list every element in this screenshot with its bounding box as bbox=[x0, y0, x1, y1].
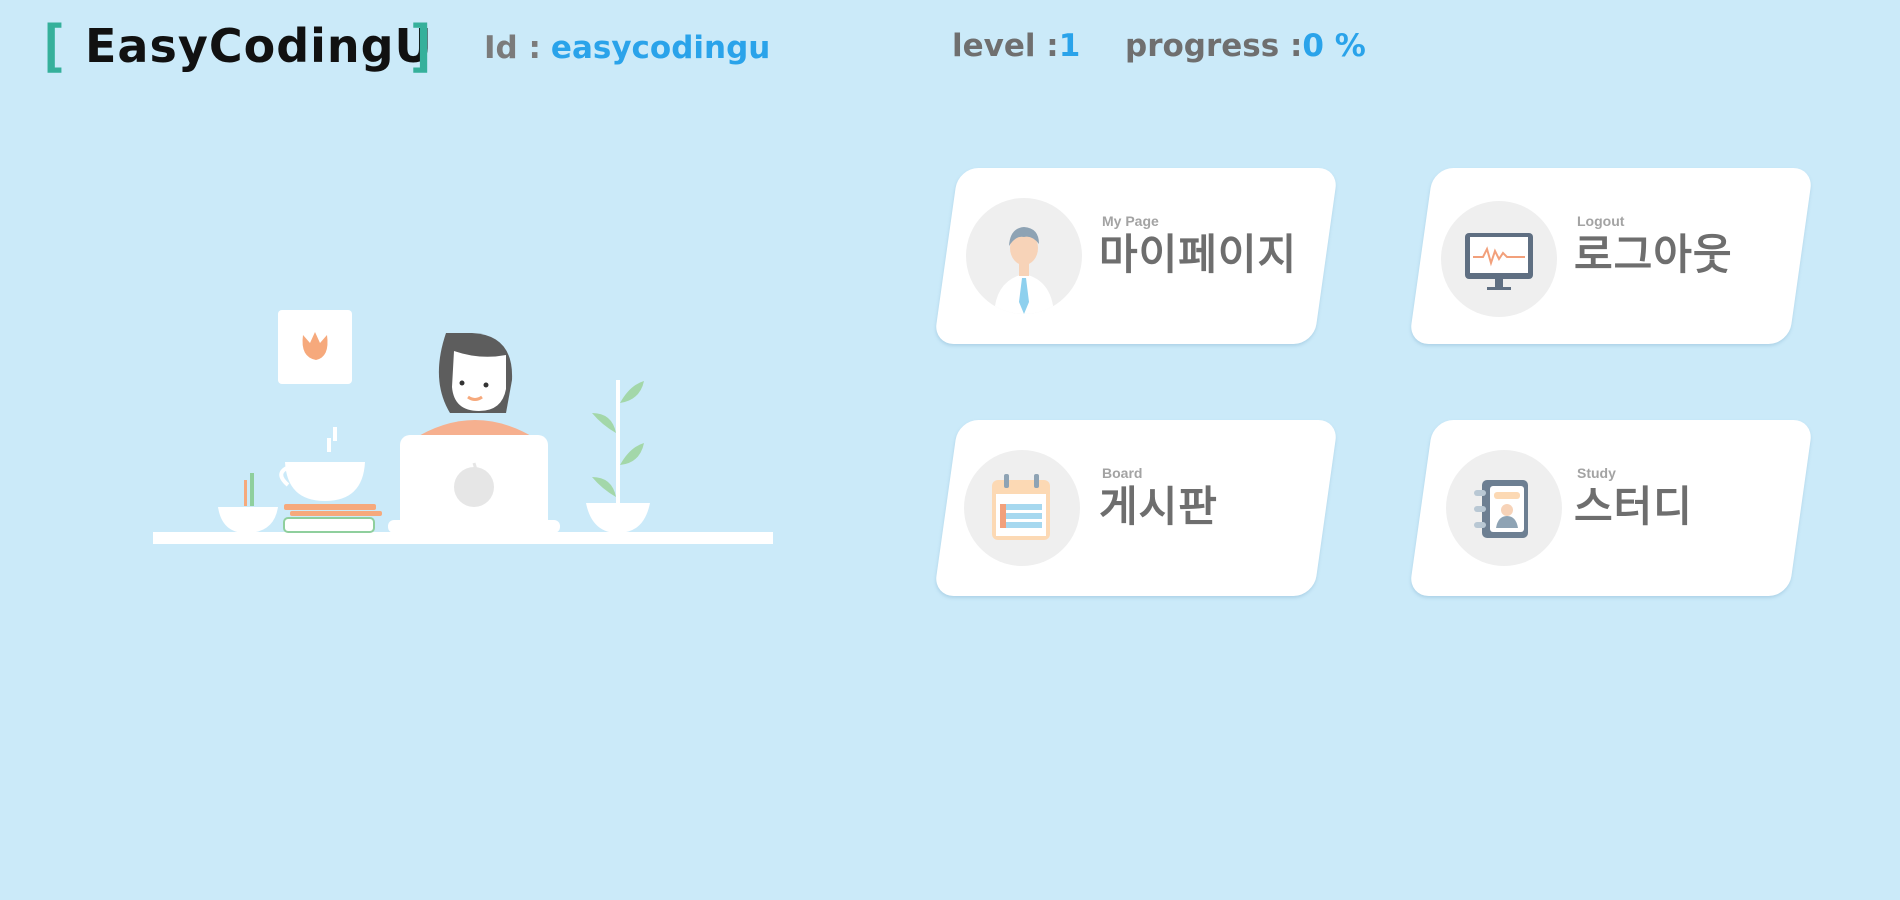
plant-stem bbox=[616, 380, 620, 510]
plant-leaf bbox=[620, 381, 644, 403]
card-board-sub: Board bbox=[1102, 465, 1143, 481]
card-logout-sub: Logout bbox=[1577, 213, 1625, 229]
user-id: Id : easycodingu bbox=[484, 28, 770, 68]
card-study[interactable]: Study 스터디 bbox=[1408, 420, 1814, 596]
user-level: level :1 bbox=[952, 26, 1080, 66]
book-stack bbox=[284, 504, 376, 510]
card-board[interactable]: Board 게시판 bbox=[933, 420, 1339, 596]
person-icon bbox=[966, 198, 1082, 314]
level-label: level : bbox=[952, 28, 1059, 64]
brand-bracket-open: [ bbox=[36, 14, 70, 79]
user-id-label: Id : bbox=[484, 30, 541, 66]
user-progress: progress :0 % bbox=[1125, 26, 1366, 66]
card-my-page-title: 마이페이지 bbox=[1099, 230, 1298, 279]
notebook-icon bbox=[1446, 450, 1562, 566]
steam-shape bbox=[333, 427, 337, 441]
calendar-icon bbox=[964, 450, 1080, 566]
card-board-title: 게시판 bbox=[1099, 482, 1218, 531]
card-logout[interactable]: Logout 로그아웃 bbox=[1408, 168, 1814, 344]
cup-shape bbox=[285, 462, 365, 501]
right-pot bbox=[586, 503, 650, 533]
person-face bbox=[452, 351, 506, 411]
card-study-title: 스터디 bbox=[1574, 482, 1693, 531]
laptop-base bbox=[388, 520, 560, 533]
brand-bracket-close: ] bbox=[405, 14, 439, 79]
header: [ EasyCodingU ] Id : easycodingu level :1… bbox=[0, 0, 1900, 100]
monitor-icon bbox=[1441, 201, 1557, 317]
brand-title[interactable]: EasyCodingU bbox=[85, 18, 433, 74]
desk-illustration bbox=[150, 305, 780, 550]
card-my-page[interactable]: My Page 마이페이지 bbox=[933, 168, 1339, 344]
left-pot bbox=[218, 507, 278, 533]
user-id-value: easycodingu bbox=[550, 30, 771, 66]
progress-label: progress : bbox=[1125, 28, 1303, 64]
card-logout-title: 로그아웃 bbox=[1574, 230, 1733, 279]
level-value: 1 bbox=[1058, 28, 1081, 64]
laptop-logo bbox=[454, 467, 494, 507]
progress-value: 0 % bbox=[1302, 28, 1366, 64]
card-my-page-sub: My Page bbox=[1102, 213, 1159, 229]
card-study-sub: Study bbox=[1577, 465, 1616, 481]
